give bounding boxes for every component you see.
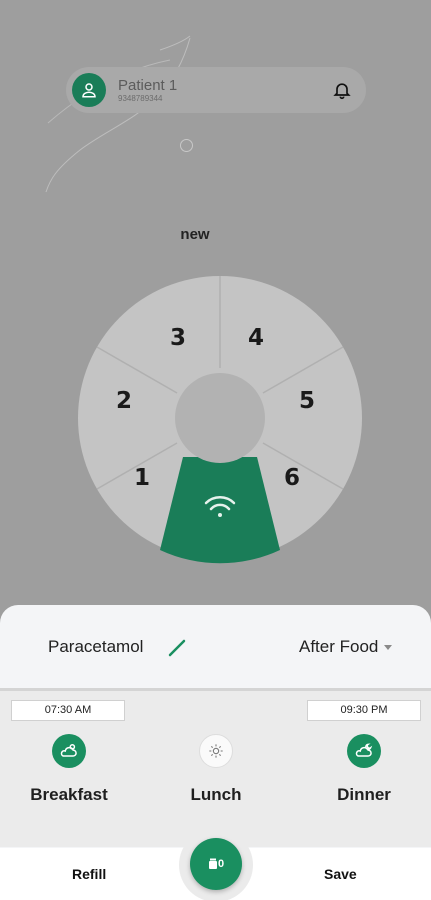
dinner-time[interactable]: 09:30 PM bbox=[307, 700, 421, 721]
dial-slot-1[interactable]: 1 bbox=[134, 465, 150, 491]
dial-slot-5[interactable]: 5 bbox=[299, 388, 315, 414]
patient-name: Patient 1 bbox=[118, 76, 178, 94]
food-timing-select[interactable]: After Food bbox=[299, 637, 393, 657]
breakfast-label: Breakfast bbox=[30, 785, 108, 804]
dial-slot-2[interactable]: 2 bbox=[116, 388, 132, 414]
schedule-panel: 07:30 AM 09:30 PM Breakfast Lunch Dinner bbox=[0, 691, 431, 847]
pill-box-fab[interactable]: 0 bbox=[190, 838, 242, 890]
dinner-moon-icon[interactable] bbox=[347, 734, 381, 768]
chevron-down-icon bbox=[384, 644, 393, 650]
medicine-name: Paracetamol bbox=[48, 637, 144, 656]
background-decoration bbox=[45, 35, 191, 193]
patient-card[interactable]: Patient 1 9348789344 bbox=[66, 67, 366, 113]
lunch-sun-icon[interactable] bbox=[199, 734, 233, 768]
pill-dial: 3 4 2 5 1 6 bbox=[78, 276, 362, 564]
lunch-label: Lunch bbox=[190, 785, 242, 804]
fab-count: 0 bbox=[217, 858, 225, 870]
dial-slot-6[interactable]: 6 bbox=[284, 465, 300, 491]
dial-slot-3[interactable]: 3 bbox=[170, 325, 186, 351]
dial-slot-4[interactable]: 4 bbox=[248, 325, 264, 351]
status-indicator bbox=[180, 139, 193, 152]
save-button[interactable]: Save bbox=[324, 866, 357, 882]
bell-icon[interactable] bbox=[330, 78, 354, 102]
food-timing-value: After Food bbox=[299, 637, 379, 656]
dinner-label: Dinner bbox=[337, 785, 391, 804]
breakfast-sunrise-icon[interactable] bbox=[52, 734, 86, 768]
breakfast-time[interactable]: 07:30 AM bbox=[11, 700, 125, 721]
edit-pencil-icon[interactable] bbox=[168, 639, 186, 657]
pill-box-icon bbox=[208, 858, 217, 869]
dial-center bbox=[175, 373, 265, 463]
user-avatar-icon bbox=[72, 73, 106, 107]
refill-button[interactable]: Refill bbox=[72, 866, 106, 882]
patient-phone: 9348789344 bbox=[118, 93, 163, 103]
device-name: new bbox=[180, 226, 210, 243]
